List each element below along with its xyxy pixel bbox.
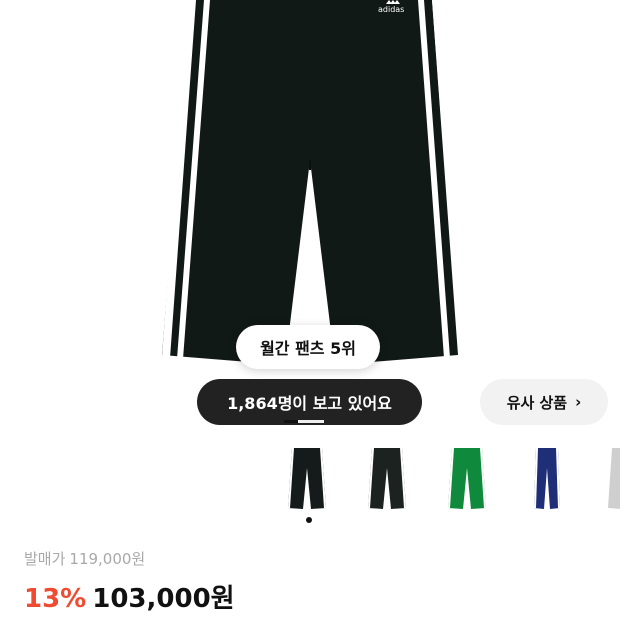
viewers-badge: 1,864명이 보고 있어요 bbox=[197, 379, 422, 425]
similar-products-button[interactable]: 유사 상품 › bbox=[480, 379, 608, 425]
original-price-label: 발매가 bbox=[24, 550, 66, 568]
original-price: 발매가 119,000원 bbox=[24, 548, 145, 569]
sale-price-row: 13% 103,000원 bbox=[24, 578, 235, 615]
color-thumb-5[interactable] bbox=[592, 440, 620, 516]
svg-text:adidas: adidas bbox=[378, 5, 404, 14]
product-image: adidas bbox=[162, 0, 466, 365]
color-options bbox=[0, 440, 620, 520]
color-thumb-2[interactable] bbox=[356, 440, 418, 516]
product-image-gallery[interactable]: adidas 월간 팬츠 5위 1,864명이 보고 있어요 유사 상품 › bbox=[0, 0, 620, 430]
discount-rate: 13% bbox=[24, 584, 87, 614]
color-thumb-1[interactable] bbox=[276, 440, 338, 516]
original-price-value: 119,000원 bbox=[69, 550, 146, 568]
color-thumb-4[interactable] bbox=[516, 440, 578, 516]
similar-products-label: 유사 상품 bbox=[506, 393, 568, 412]
rank-badge[interactable]: 월간 팬츠 5위 bbox=[236, 325, 380, 369]
selected-thumb-dot bbox=[306, 517, 312, 523]
sale-price: 103,000원 bbox=[92, 584, 235, 614]
color-thumb-3[interactable] bbox=[436, 440, 498, 516]
gallery-indicator bbox=[284, 420, 324, 423]
chevron-right-icon: › bbox=[575, 393, 582, 411]
